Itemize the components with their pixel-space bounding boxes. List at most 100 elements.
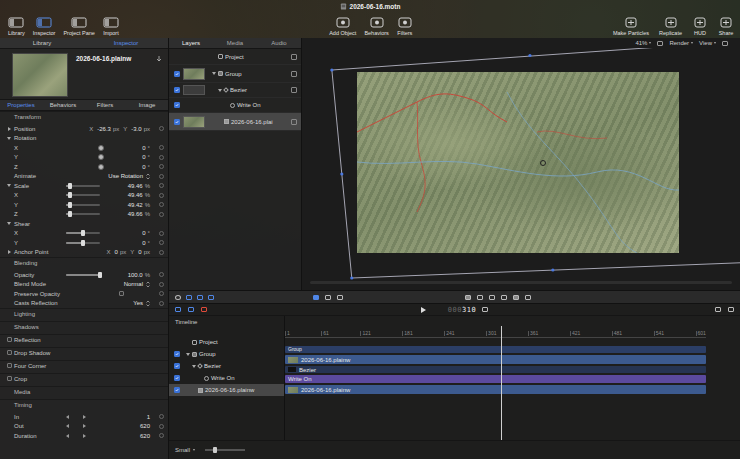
slider[interactable] <box>66 185 100 187</box>
layer-visibility-checkbox[interactable] <box>174 87 180 93</box>
inspector-tab[interactable]: Properties <box>0 100 42 110</box>
toolbar-button[interactable]: Share <box>718 17 734 36</box>
zoom-slider[interactable] <box>205 449 245 451</box>
select-tool-icon[interactable] <box>313 295 319 300</box>
slider[interactable] <box>66 204 100 206</box>
timeline-layer-row[interactable]: Group <box>169 348 284 360</box>
popup-menu[interactable]: Use Rotation <box>108 173 150 180</box>
value-field[interactable]: 0° <box>128 164 150 170</box>
timeline-layer-row[interactable]: Write On <box>169 372 284 384</box>
slider[interactable] <box>66 232 100 234</box>
timeline-track[interactable]: 2026-06-16.plainw <box>285 385 706 394</box>
dial-icon[interactable] <box>98 154 104 160</box>
keyframe-icon[interactable] <box>159 291 164 296</box>
layer-row[interactable]: Group <box>169 65 301 83</box>
mask-tool-icon[interactable] <box>513 295 519 300</box>
slider-thumb[interactable] <box>68 183 72 189</box>
view-menu[interactable]: View <box>699 40 716 46</box>
timeline-track[interactable]: Bezier <box>285 366 706 373</box>
slider[interactable] <box>66 274 100 276</box>
dial-icon[interactable] <box>98 164 104 170</box>
value-field[interactable]: 0px <box>138 249 150 255</box>
checkbox[interactable] <box>119 291 124 296</box>
keyframe-icon[interactable] <box>159 240 164 245</box>
disclosure-icon[interactable] <box>186 353 190 356</box>
keyframe-icon[interactable] <box>159 282 164 287</box>
slider[interactable] <box>66 213 100 215</box>
expand-icon[interactable] <box>525 295 531 300</box>
layer-row[interactable]: Project <box>169 49 301 65</box>
anchor-handle[interactable] <box>540 160 546 166</box>
timeline-track[interactable]: Write On <box>285 375 706 383</box>
keyframe-icon[interactable] <box>159 145 164 150</box>
layer-row[interactable]: 2026-06-16.plai <box>169 113 301 131</box>
stepper[interactable] <box>66 424 86 428</box>
timecode-menu-icon[interactable] <box>482 307 488 312</box>
value-field[interactable]: 0° <box>128 154 150 160</box>
value-field[interactable]: 100.0% <box>128 272 150 278</box>
keyframe-editor-icon[interactable] <box>728 307 734 312</box>
value-field[interactable]: -3.0px <box>131 126 150 132</box>
layer-visibility-checkbox[interactable] <box>174 71 180 77</box>
keyframe-icon[interactable] <box>159 424 164 429</box>
inspector-tab[interactable]: Behaviors <box>42 100 84 110</box>
layer-visibility-checkbox[interactable] <box>174 363 180 369</box>
time-ruler[interactable]: 161121181241301361421481541601 <box>285 326 706 338</box>
canvas-scrollbar[interactable] <box>310 281 732 284</box>
value-field[interactable]: 0° <box>128 240 150 246</box>
panel-tab[interactable]: Inspector <box>84 38 168 48</box>
layer-visibility-checkbox[interactable] <box>174 102 180 108</box>
keyframe-icon[interactable] <box>159 231 164 236</box>
search-icon[interactable] <box>175 295 181 300</box>
stepper[interactable] <box>66 434 86 438</box>
layout-icon[interactable] <box>722 41 728 46</box>
slider-thumb[interactable] <box>68 192 72 198</box>
track-size-menu[interactable]: Small <box>175 447 195 453</box>
disclosure-icon[interactable] <box>212 72 216 75</box>
timeline-layer-row[interactable]: Bezier <box>169 360 284 372</box>
layer-visibility-checkbox[interactable] <box>174 351 180 357</box>
disclosure-icon[interactable] <box>8 250 11 254</box>
stepper[interactable] <box>66 415 86 419</box>
slider-thumb[interactable] <box>68 211 72 217</box>
timeline-layer-row[interactable]: 2026-06-16.plainw <box>169 384 284 396</box>
render-menu[interactable]: Render <box>669 40 693 46</box>
value-field[interactable]: 49.66% <box>128 211 150 217</box>
timeline-track[interactable]: 2026-06-16.plainw <box>285 355 706 364</box>
value-field[interactable]: 0° <box>128 145 150 151</box>
disclosure-icon[interactable] <box>7 184 11 187</box>
value-field[interactable]: 620 <box>130 433 150 439</box>
record-icon[interactable] <box>188 307 194 312</box>
disclosure-icon[interactable] <box>7 137 11 140</box>
toolbar-button[interactable]: Replicate <box>659 17 682 36</box>
toolbar-button[interactable]: Make Particles <box>613 17 649 36</box>
download-icon[interactable] <box>156 55 162 63</box>
value-field[interactable]: -26.3px <box>97 126 119 132</box>
keyframe-icon[interactable] <box>159 250 164 255</box>
keyframe-icon[interactable] <box>159 433 164 438</box>
audio-icon[interactable] <box>715 307 721 312</box>
add-layer-icon[interactable] <box>186 295 192 300</box>
record-options-icon[interactable] <box>201 307 207 312</box>
timeline-layer-row[interactable]: Project <box>169 336 284 348</box>
enable-checkbox[interactable] <box>7 337 12 342</box>
timeline-track[interactable]: Group <box>285 346 706 353</box>
layer-row[interactable]: Bezier <box>169 83 301 98</box>
keyframe-icon[interactable] <box>159 301 164 306</box>
keyframe-icon[interactable] <box>159 164 164 169</box>
transform-tool-icon[interactable] <box>325 295 331 300</box>
mute-icon[interactable] <box>175 307 181 312</box>
slider-thumb[interactable] <box>81 230 85 236</box>
keyframe-icon[interactable] <box>159 414 164 419</box>
pan-tool-icon[interactable] <box>337 295 343 300</box>
toolbar-button[interactable]: Filters <box>397 17 413 36</box>
toolbar-button[interactable]: Inspector <box>33 17 56 36</box>
panel-tab[interactable]: Library <box>0 38 84 48</box>
value-field[interactable]: 49.46% <box>128 192 150 198</box>
value-field[interactable]: 620 <box>130 423 150 429</box>
layer-row[interactable]: Write On <box>169 98 301 113</box>
panel-tab[interactable]: Media <box>213 38 257 48</box>
disclosure-icon[interactable] <box>8 127 11 131</box>
toolbar-button[interactable]: Add Object <box>329 17 356 36</box>
panel-tab[interactable]: Audio <box>257 38 301 48</box>
